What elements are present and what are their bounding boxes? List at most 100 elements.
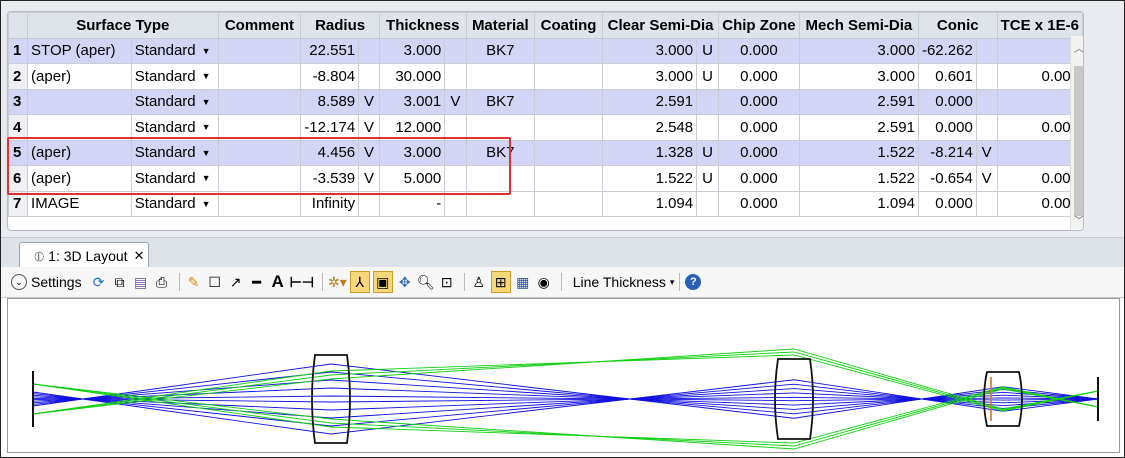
- conic-solve-cell[interactable]: [975, 88, 998, 115]
- header-conic[interactable]: Conic: [917, 12, 998, 39]
- lock-icon[interactable]: ♙: [470, 272, 488, 292]
- dropdown-caret-icon[interactable]: ▼: [202, 173, 211, 183]
- coating-cell[interactable]: [533, 190, 604, 217]
- line-icon[interactable]: ━: [248, 272, 266, 292]
- conic-cell[interactable]: 0.000: [917, 190, 977, 217]
- radius-cell[interactable]: -3.539: [300, 165, 360, 192]
- chip-zone-cell[interactable]: 0.000: [718, 88, 800, 115]
- surface-type-cell[interactable]: Standard ▼: [130, 88, 219, 115]
- radius-cell[interactable]: 22.551: [300, 37, 360, 64]
- dropdown-caret-icon[interactable]: ▼: [202, 122, 211, 132]
- thickness-solve-cell[interactable]: [444, 114, 467, 141]
- surface-type-cell[interactable]: Standard ▼: [130, 190, 219, 217]
- radius-cell[interactable]: -8.804: [300, 63, 360, 90]
- material-cell[interactable]: BK7: [465, 88, 535, 115]
- header-radius[interactable]: Radius: [300, 12, 380, 39]
- zoom-window-icon[interactable]: ⊡: [438, 272, 456, 292]
- mech-semi-dia-cell[interactable]: 3.000: [798, 37, 919, 64]
- rectangle-icon[interactable]: ☐: [206, 272, 224, 292]
- arrow-icon[interactable]: ↗: [227, 272, 245, 292]
- material-cell[interactable]: [465, 190, 535, 217]
- conic-cell[interactable]: 0.000: [917, 114, 977, 141]
- scrollbar-thumb[interactable]: [1074, 66, 1083, 216]
- thickness-cell[interactable]: 30.000: [378, 63, 446, 90]
- header-chip-zone[interactable]: Chip Zone: [718, 12, 800, 39]
- mech-semi-dia-cell[interactable]: 2.591: [798, 88, 919, 115]
- copy-icon[interactable]: ⧉: [111, 272, 129, 292]
- radius-cell[interactable]: 4.456: [300, 139, 360, 166]
- coating-cell[interactable]: [533, 139, 604, 166]
- save-icon[interactable]: ▤: [132, 272, 150, 292]
- header-material[interactable]: Material: [465, 12, 535, 39]
- text-icon[interactable]: A: [269, 272, 287, 292]
- conic-solve-cell[interactable]: [975, 114, 998, 141]
- close-icon[interactable]: ✕: [134, 248, 145, 264]
- clear-semi-dia-solve-cell[interactable]: [696, 114, 720, 141]
- pencil-icon[interactable]: ✎: [185, 272, 203, 292]
- window-icon[interactable]: ▦: [514, 272, 532, 292]
- rotate-view-icon[interactable]: ✲▾: [328, 272, 347, 292]
- radius-solve-cell[interactable]: V: [358, 114, 380, 141]
- surface-type-cell[interactable]: Standard ▼: [130, 165, 219, 192]
- table-row[interactable]: 6 (aper) Standard ▼ -3.539 V 5.000 1.522 U 0.000 1…: [8, 165, 1083, 192]
- thickness-cell[interactable]: 5.000: [378, 165, 446, 192]
- surface-type-cell[interactable]: Standard ▼: [130, 37, 219, 64]
- radius-solve-cell[interactable]: V: [358, 88, 380, 115]
- comment-cell[interactable]: [217, 37, 302, 64]
- line-thickness-dropdown[interactable]: Line Thickness ▾: [573, 274, 675, 290]
- header-tce[interactable]: TCE x 1E-6: [996, 12, 1083, 39]
- radius-solve-cell[interactable]: [358, 37, 380, 64]
- comment-cell[interactable]: [217, 63, 302, 90]
- header-coating[interactable]: Coating: [533, 12, 604, 39]
- clear-semi-dia-solve-cell[interactable]: [696, 88, 720, 115]
- material-cell[interactable]: [465, 63, 535, 90]
- scroll-up-icon[interactable]: ︿: [1074, 40, 1083, 55]
- zoom-icon[interactable]: 🔍︎: [417, 272, 435, 292]
- chip-zone-cell[interactable]: 0.000: [718, 190, 800, 217]
- thickness-solve-cell[interactable]: [444, 165, 467, 192]
- clear-semi-dia-cell[interactable]: 1.094: [602, 190, 698, 217]
- chip-zone-cell[interactable]: 0.000: [718, 37, 800, 64]
- chip-zone-cell[interactable]: 0.000: [718, 139, 800, 166]
- radius-solve-cell[interactable]: [358, 190, 380, 217]
- clear-semi-dia-cell[interactable]: 1.522: [602, 165, 698, 192]
- clear-semi-dia-solve-cell[interactable]: U: [696, 63, 720, 90]
- comment-cell[interactable]: [217, 190, 302, 217]
- dropdown-caret-icon[interactable]: ▼: [202, 46, 211, 56]
- radius-solve-cell[interactable]: V: [358, 139, 380, 166]
- grid-layout-icon[interactable]: ⊞: [490, 271, 511, 293]
- conic-solve-cell[interactable]: V: [975, 139, 998, 166]
- table-row[interactable]: 1 STOP (aper) Standard ▼ 22.551 3.000 BK7 3.000…: [8, 37, 1083, 64]
- refresh-icon[interactable]: ⟳: [90, 272, 108, 292]
- table-row[interactable]: 4 Standard ▼ -12.174 V 12.000 2.548 0.000 2.591 0…: [8, 114, 1083, 141]
- table-row[interactable]: 3 Standard ▼ 8.589 V 3.001 V BK7 2.591 0.000 2.591…: [8, 88, 1083, 115]
- coating-cell[interactable]: [533, 88, 604, 115]
- coating-cell[interactable]: [533, 114, 604, 141]
- clear-semi-dia-solve-cell[interactable]: [696, 190, 720, 217]
- scroll-down-icon[interactable]: ﹀: [1074, 212, 1083, 227]
- mech-semi-dia-cell[interactable]: 1.094: [798, 190, 919, 217]
- tab-3d-layout[interactable]: ⦶ 1: 3D Layout ✕: [19, 242, 149, 269]
- conic-cell[interactable]: -8.214: [917, 139, 977, 166]
- camera-view-icon[interactable]: ▣: [372, 271, 393, 293]
- surface-label-cell[interactable]: (aper): [27, 139, 132, 166]
- surface-label-cell[interactable]: [27, 88, 132, 115]
- conic-cell[interactable]: -62.262: [917, 37, 977, 64]
- comment-cell[interactable]: [217, 139, 302, 166]
- header-mech-semi-dia[interactable]: Mech Semi-Dia: [798, 12, 919, 39]
- clear-semi-dia-cell[interactable]: 2.591: [602, 88, 698, 115]
- radius-solve-cell[interactable]: [358, 63, 380, 90]
- thickness-cell[interactable]: -: [378, 190, 446, 217]
- chip-zone-cell[interactable]: 0.000: [718, 165, 800, 192]
- conic-cell[interactable]: 0.000: [917, 88, 977, 115]
- header-clear-semi-dia[interactable]: Clear Semi-Dia: [602, 12, 720, 39]
- dimension-icon[interactable]: ⊢⊣: [290, 272, 314, 292]
- header-surface-type[interactable]: Surface Type: [27, 12, 219, 39]
- comment-cell[interactable]: [217, 114, 302, 141]
- mech-semi-dia-cell[interactable]: 1.522: [798, 139, 919, 166]
- table-row[interactable]: 5 (aper) Standard ▼ 4.456 V 3.000 BK7 1.328 U 0.00…: [8, 139, 1083, 166]
- material-cell[interactable]: [465, 114, 535, 141]
- surface-label-cell[interactable]: IMAGE: [27, 190, 132, 217]
- axes-icon[interactable]: ⅄: [349, 271, 370, 293]
- surface-label-cell[interactable]: STOP (aper): [27, 37, 132, 64]
